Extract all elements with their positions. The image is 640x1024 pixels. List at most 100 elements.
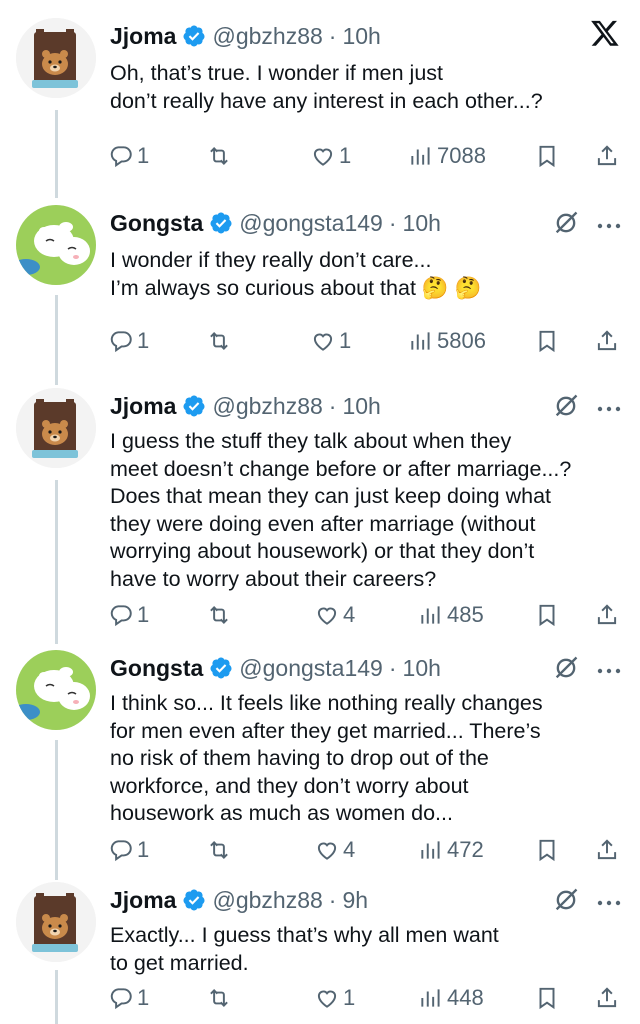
separator-dot: ·	[328, 22, 337, 49]
grok-icon[interactable]	[552, 654, 580, 687]
share-icon	[597, 145, 617, 166]
tweet-header: Gongsta @gongsta149 · 10h	[110, 205, 441, 241]
tweet[interactable]: Jjoma @gbzhz88 · 9h Exactly... I guess t…	[0, 882, 640, 1024]
tweet-text: I guess the stuff they talk about when t…	[110, 429, 572, 591]
reply-count: 1	[137, 143, 150, 168]
like-count: 1	[339, 328, 352, 353]
bookmark-button[interactable]	[534, 984, 560, 1012]
avatar-jjoma[interactable]	[16, 882, 96, 962]
tweet-header: Jjoma @gbzhz88 · 9h	[110, 882, 368, 918]
verified-badge-icon	[182, 24, 206, 48]
author-handle[interactable]: @gongsta149	[239, 655, 383, 682]
author-handle[interactable]: @gbzhz88	[212, 887, 322, 914]
repost-button[interactable]	[206, 836, 235, 864]
view-count: 7088	[437, 143, 486, 168]
author-name[interactable]: Gongsta	[110, 210, 203, 237]
verified-badge-icon	[209, 211, 233, 235]
more-options-icon[interactable]	[596, 894, 622, 912]
like-button[interactable]: 1	[310, 142, 351, 170]
like-button[interactable]: 1	[310, 327, 351, 355]
share-button[interactable]	[594, 142, 620, 170]
share-icon	[597, 330, 617, 351]
author-handle[interactable]: @gbzhz88	[212, 393, 322, 420]
separator-dot: ·	[328, 886, 337, 913]
author-name[interactable]: Jjoma	[110, 23, 176, 50]
more-options-icon[interactable]	[596, 400, 622, 418]
reply-icon	[110, 331, 132, 353]
views-button[interactable]: 472	[418, 836, 484, 864]
author-name[interactable]: Jjoma	[110, 393, 176, 420]
repost-icon	[210, 332, 228, 350]
verified-badge-icon	[209, 656, 233, 680]
more-options-icon[interactable]	[596, 217, 622, 235]
grok-icon[interactable]	[552, 886, 580, 919]
views-button[interactable]: 448	[418, 984, 484, 1012]
grok-icon[interactable]	[552, 392, 580, 425]
tweet-header: Gongsta @gongsta149 · 10h	[110, 650, 441, 686]
author-name[interactable]: Jjoma	[110, 887, 176, 914]
tweet-text: I think so... It feels like nothing real…	[110, 691, 543, 825]
repost-button[interactable]	[206, 601, 235, 629]
reply-button[interactable]: 1	[108, 601, 149, 629]
repost-icon	[210, 841, 228, 859]
share-button[interactable]	[594, 984, 620, 1012]
avatar-jjoma[interactable]	[16, 388, 96, 468]
reply-button[interactable]: 1	[108, 984, 149, 1012]
author-handle[interactable]: @gongsta149	[239, 210, 383, 237]
author-handle[interactable]: @gbzhz88	[212, 23, 322, 50]
repost-button[interactable]	[206, 327, 235, 355]
views-button[interactable]: 5806	[408, 327, 486, 355]
repost-icon	[210, 606, 228, 624]
like-button[interactable]: 4	[314, 601, 355, 629]
action-bar: 1 1 448	[108, 984, 626, 1012]
heart-icon	[317, 990, 337, 1008]
reply-button[interactable]: 1	[108, 327, 149, 355]
bookmark-icon	[539, 987, 555, 1010]
more-options-icon[interactable]	[596, 662, 622, 680]
tweet[interactable]: Gongsta @gongsta149 · 10h I think so... …	[0, 650, 640, 870]
repost-button[interactable]	[206, 984, 235, 1012]
share-button[interactable]	[594, 327, 620, 355]
share-button[interactable]	[594, 836, 620, 864]
bookmark-button[interactable]	[534, 601, 560, 629]
like-count: 1	[343, 985, 356, 1010]
views-chart-icon	[411, 147, 430, 165]
tweet-text: I wonder if they really don’t care... I’…	[110, 248, 482, 300]
avatar-gongsta[interactable]	[16, 205, 96, 285]
reply-count: 1	[137, 985, 150, 1010]
grok-icon[interactable]	[552, 209, 580, 242]
separator-dot: ·	[388, 209, 397, 236]
timestamp[interactable]: 10h	[403, 655, 441, 682]
avatar-gongsta[interactable]	[16, 650, 96, 730]
share-icon	[597, 987, 617, 1008]
timestamp[interactable]: 10h	[403, 210, 441, 237]
bookmark-button[interactable]	[534, 836, 560, 864]
reply-button[interactable]: 1	[108, 836, 149, 864]
verified-badge-icon	[182, 888, 206, 912]
bookmark-icon	[539, 839, 555, 862]
tweet[interactable]: Gongsta @gongsta149 · 10h I wonder if th…	[0, 205, 640, 375]
reply-icon	[110, 146, 132, 168]
tweet[interactable]: Jjoma @gbzhz88 · 10h I guess the stuff t…	[0, 388, 640, 633]
author-name[interactable]: Gongsta	[110, 655, 203, 682]
like-button[interactable]: 1	[314, 984, 355, 1012]
share-button[interactable]	[594, 601, 620, 629]
timestamp[interactable]: 10h	[342, 23, 380, 50]
tweet-header: Jjoma @gbzhz88 · 10h	[110, 18, 381, 54]
bookmark-button[interactable]	[534, 142, 560, 170]
views-chart-icon	[411, 332, 430, 350]
bookmark-button[interactable]	[534, 327, 560, 355]
tweet[interactable]: Jjoma @gbzhz88 · 10h Oh, that’s true. I …	[0, 18, 640, 188]
reply-button[interactable]: 1	[108, 142, 149, 170]
avatar-jjoma[interactable]	[16, 18, 96, 98]
repost-button[interactable]	[206, 142, 235, 170]
timestamp[interactable]: 10h	[342, 393, 380, 420]
timestamp[interactable]: 9h	[342, 887, 368, 914]
like-button[interactable]: 4	[314, 836, 355, 864]
views-button[interactable]: 485	[418, 601, 484, 629]
bookmark-icon	[539, 145, 555, 168]
reply-count: 1	[137, 602, 150, 627]
views-button[interactable]: 7088	[408, 142, 486, 170]
action-bar: 1 1 5806	[108, 327, 626, 355]
reply-icon	[110, 988, 132, 1010]
